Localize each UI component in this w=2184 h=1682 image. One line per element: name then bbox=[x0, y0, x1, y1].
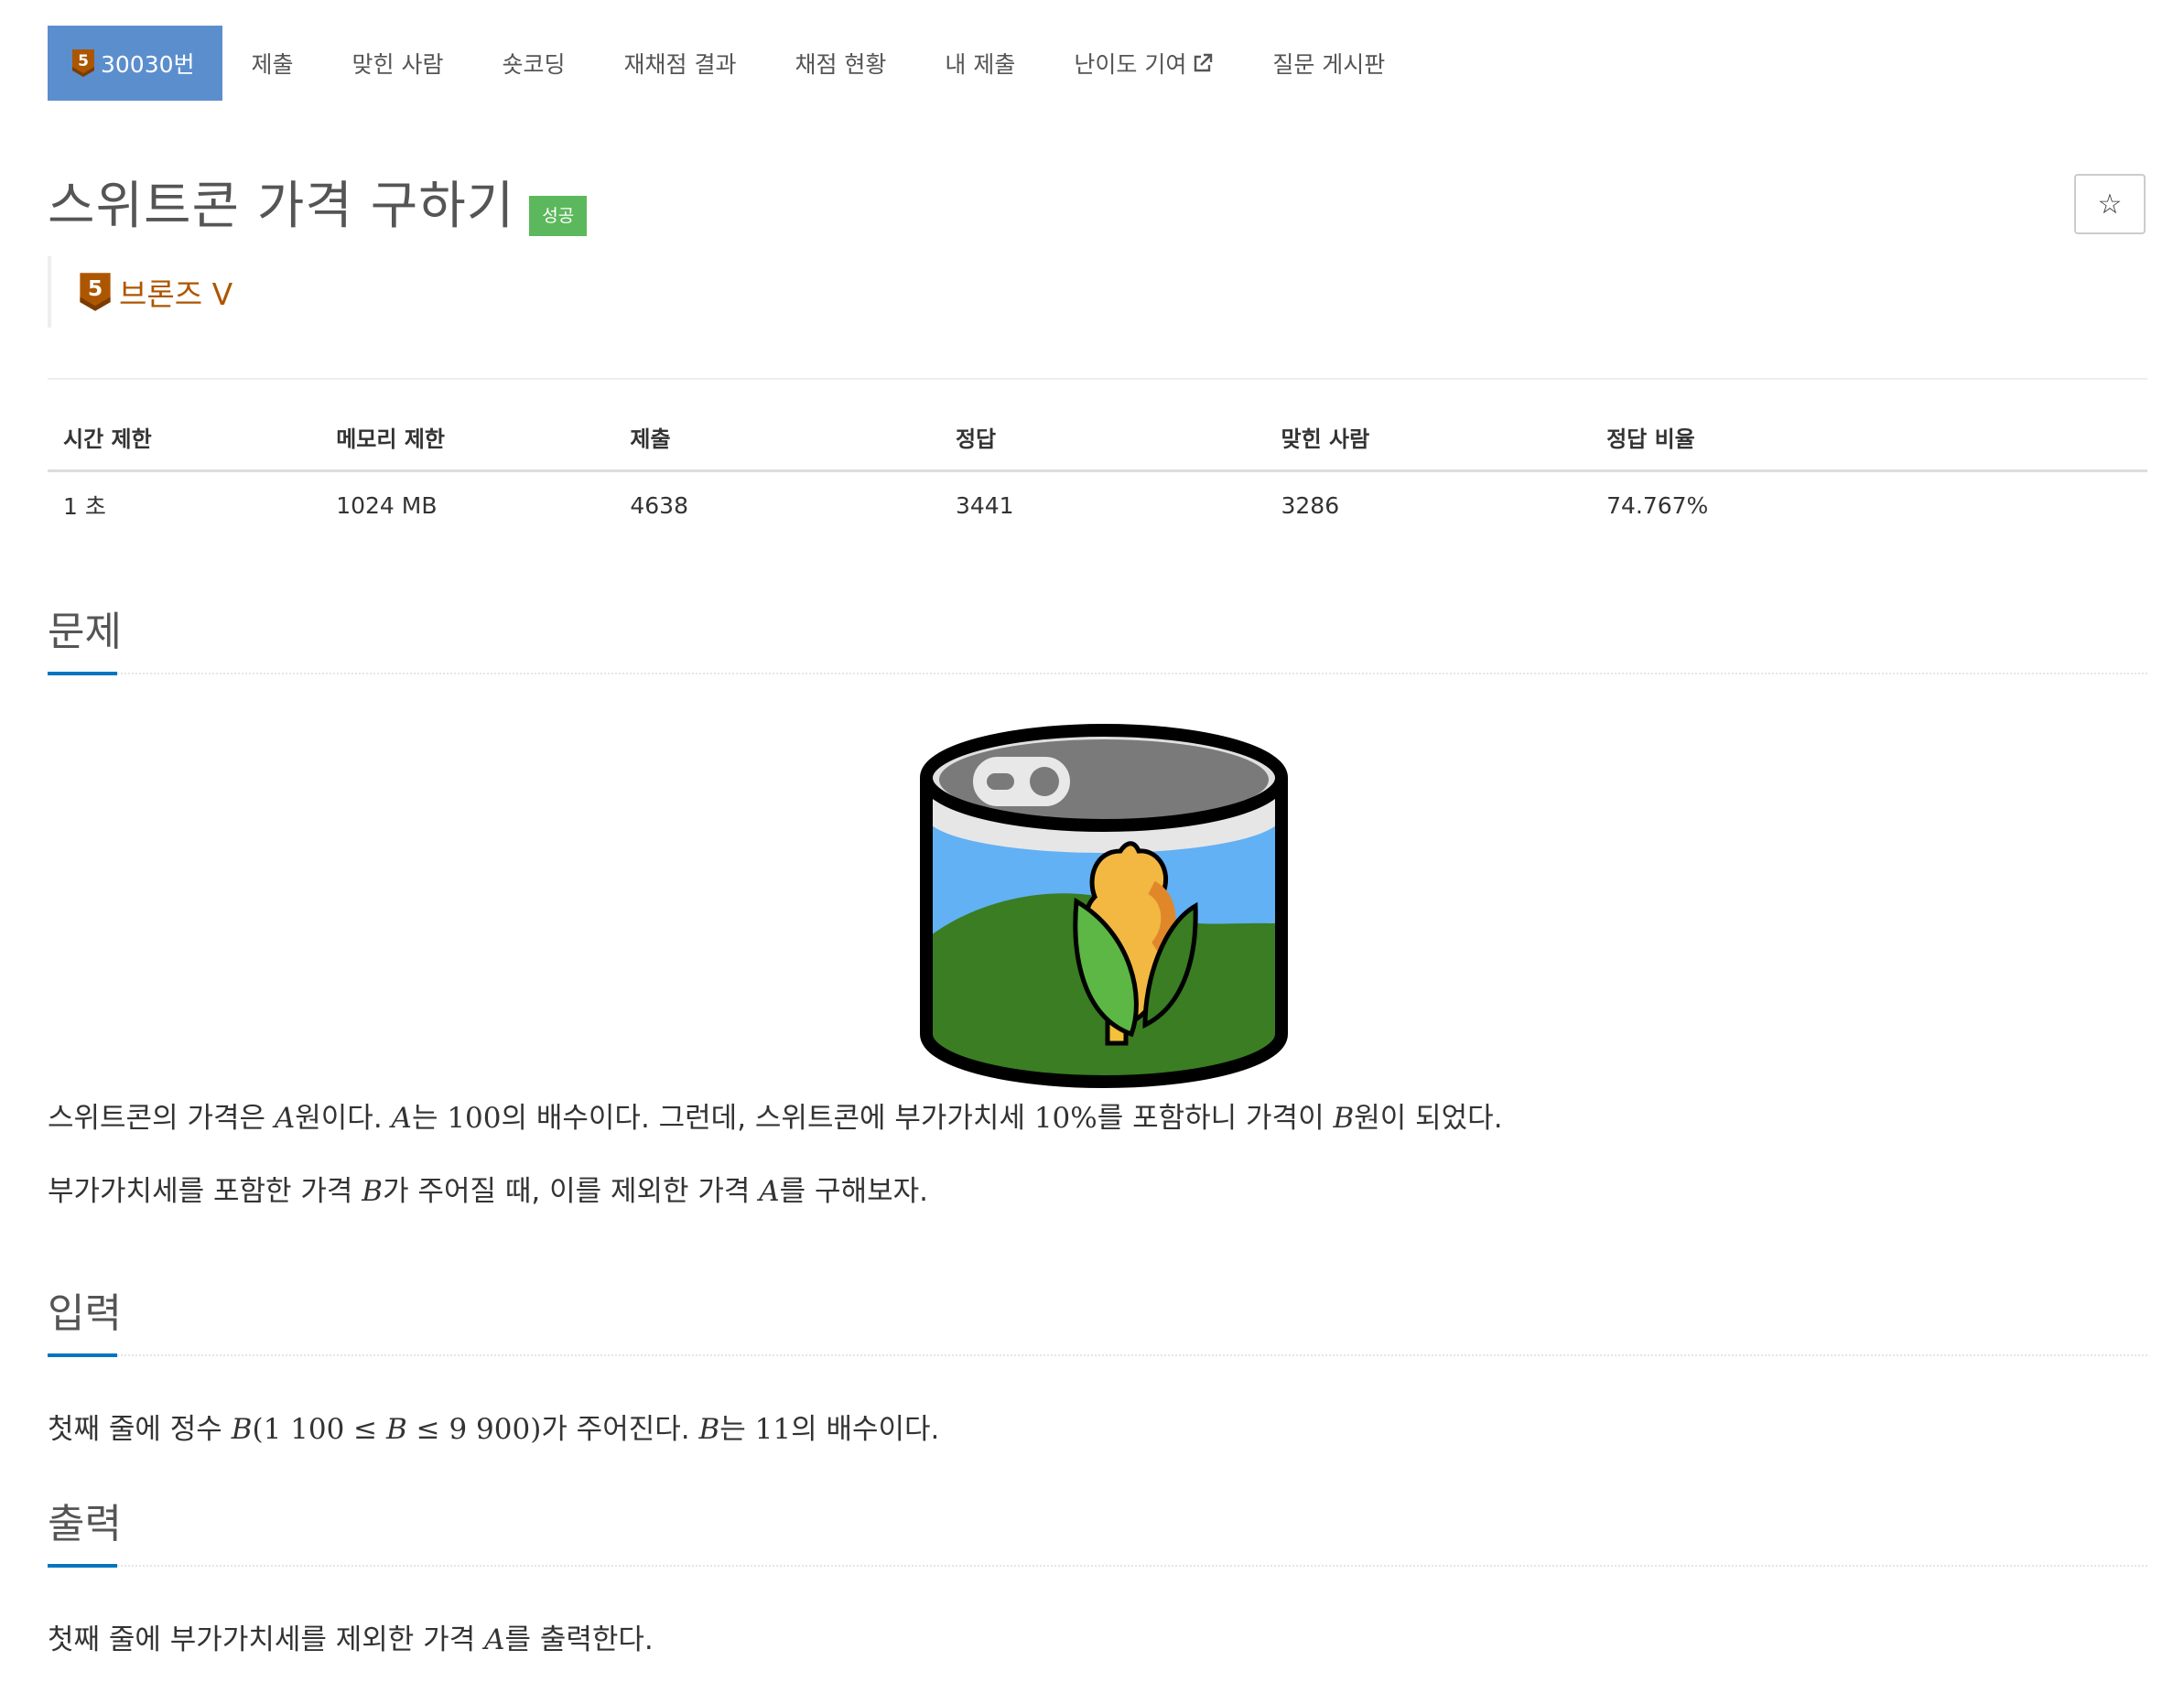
bronze-tier-icon: 5 bbox=[79, 271, 112, 313]
difficulty-contribution-label: 난이도 기여 bbox=[1074, 51, 1187, 78]
header-accepted-ratio: 정답 비율 bbox=[1591, 421, 2147, 472]
header-solved-users: 맞힌 사람 bbox=[1265, 421, 1592, 472]
description-title: 문제 bbox=[48, 609, 122, 655]
title-divider bbox=[48, 378, 2147, 380]
nav-short-coding[interactable]: 숏코딩 bbox=[473, 26, 595, 101]
section-underline bbox=[48, 672, 117, 675]
problem-tier: 5 브론즈 V bbox=[48, 256, 232, 328]
bronze-tier-icon: 5 bbox=[71, 49, 95, 78]
input-title: 입력 bbox=[48, 1290, 122, 1337]
nav-difficulty-contribution[interactable]: 난이도 기여 bbox=[1044, 26, 1243, 101]
header-time-limit: 시간 제한 bbox=[48, 421, 321, 472]
favorite-star-button[interactable]: ☆ bbox=[2074, 174, 2146, 234]
memory-limit-value: 1024 MB bbox=[336, 491, 438, 519]
nav-problem-number[interactable]: 5 30030번 bbox=[48, 26, 222, 101]
section-underline bbox=[48, 1564, 117, 1568]
tier-badge-number: 5 bbox=[78, 52, 89, 70]
external-link-icon bbox=[1192, 52, 1214, 74]
problem-title-row: 스위트콘 가격 구하기 성공 bbox=[48, 174, 588, 240]
accepted-ratio-value: 74.767% bbox=[1606, 491, 1709, 519]
table-header-row: 시간 제한 메모리 제한 제출 정답 맞힌 사람 정답 비율 bbox=[48, 421, 2147, 472]
problem-menu: 5 30030번 제출 맞힌 사람 숏코딩 재채점 결과 채점 현황 내 제출 … bbox=[48, 26, 1414, 101]
description-section-header: 문제 bbox=[48, 599, 2147, 675]
header-accepted: 정답 bbox=[939, 421, 1266, 472]
section-underline bbox=[48, 1353, 117, 1357]
output-title: 출력 bbox=[48, 1501, 122, 1547]
sweet-corn-can-image bbox=[912, 714, 1296, 1107]
nav-my-submissions[interactable]: 내 제출 bbox=[915, 26, 1044, 101]
problem-number-label: 30030번 bbox=[101, 51, 195, 78]
input-section-header: 입력 bbox=[48, 1281, 2147, 1357]
nav-submit[interactable]: 제출 bbox=[222, 26, 323, 101]
submissions-value: 4638 bbox=[630, 491, 688, 519]
accepted-value: 3441 bbox=[955, 491, 1014, 519]
solved-users-value: 3286 bbox=[1281, 491, 1340, 519]
problem-title: 스위트콘 가격 구하기 bbox=[48, 177, 515, 236]
table-row: 1 초 1024 MB 4638 3441 3286 74.767% bbox=[48, 471, 2147, 539]
nav-status[interactable]: 채점 현황 bbox=[765, 26, 915, 101]
star-outline-icon: ☆ bbox=[2097, 188, 2123, 221]
output-paragraph: 첫째 줄에 부가가치세를 제외한 가격 A를 출력한다. bbox=[48, 1623, 654, 1656]
nav-solved-users[interactable]: 맞힌 사람 bbox=[323, 26, 473, 101]
problem-info-table: 시간 제한 메모리 제한 제출 정답 맞힌 사람 정답 비율 1 초 1024 … bbox=[48, 421, 2147, 538]
header-memory-limit: 메모리 제한 bbox=[320, 421, 615, 472]
header-submissions: 제출 bbox=[614, 421, 940, 472]
nav-rejudge-result[interactable]: 재채점 결과 bbox=[595, 26, 766, 101]
tier-name[interactable]: 브론즈 V bbox=[119, 270, 232, 314]
time-limit-value: 1 초 bbox=[63, 493, 106, 520]
tier-number: 5 bbox=[88, 275, 103, 301]
description-paragraph-1: 스위트콘의 가격은 A원이다. A는 100의 배수이다. 그런데, 스위트콘에… bbox=[48, 1102, 1503, 1135]
description-paragraph-2: 부가가치세를 포함한 가격 B가 주어질 때, 이를 제외한 가격 A를 구해보… bbox=[48, 1175, 928, 1208]
result-status-badge: 성공 bbox=[529, 196, 588, 236]
output-section-header: 출력 bbox=[48, 1492, 2147, 1568]
input-paragraph: 첫째 줄에 정수 B(1 100 ≤ B ≤ 9 900)가 주어진다. B는 … bbox=[48, 1413, 940, 1446]
nav-question-board[interactable]: 질문 게시판 bbox=[1243, 26, 1414, 101]
